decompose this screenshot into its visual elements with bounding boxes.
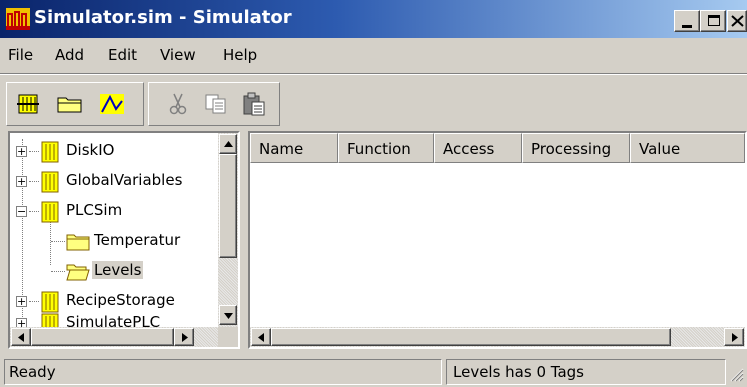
app-icon[interactable] bbox=[6, 8, 30, 30]
tree-item-label: SimulatePLC bbox=[66, 313, 161, 327]
tag-group-icon bbox=[41, 291, 59, 313]
tag-group-icon bbox=[41, 171, 59, 193]
tree-item-temperatur[interactable]: Temperatur bbox=[10, 227, 220, 257]
maximize-button[interactable] bbox=[700, 10, 726, 32]
arrow-down-icon bbox=[224, 313, 233, 319]
toolbar bbox=[6, 82, 281, 126]
toolbar-group-main bbox=[6, 82, 144, 126]
expand-toggle[interactable]: + bbox=[16, 176, 27, 187]
column-header-access[interactable]: Access bbox=[434, 133, 522, 163]
tree-connector-line bbox=[29, 301, 39, 302]
menu-add[interactable]: Add bbox=[55, 46, 84, 64]
tag-group-icon bbox=[41, 313, 59, 327]
chart-button[interactable] bbox=[97, 89, 127, 119]
add-tag-button[interactable] bbox=[13, 89, 43, 119]
tree-item-diskio[interactable]: + DiskIO bbox=[10, 137, 220, 167]
minimize-icon bbox=[682, 25, 692, 28]
scroll-up-button[interactable] bbox=[219, 134, 237, 154]
close-button[interactable] bbox=[727, 10, 747, 32]
tree-connector-line bbox=[51, 271, 65, 272]
tag-group-icon bbox=[41, 141, 59, 163]
scroll-thumb[interactable] bbox=[271, 328, 671, 346]
menu-bar: File Add Edit View Help bbox=[0, 38, 747, 72]
menu-view[interactable]: View bbox=[160, 46, 196, 64]
arrow-right-icon bbox=[182, 333, 188, 342]
open-folder-icon bbox=[66, 264, 90, 281]
menu-file[interactable]: File bbox=[8, 46, 33, 64]
window-title: Simulator.sim - Simulator bbox=[34, 7, 292, 28]
collapse-toggle[interactable]: − bbox=[16, 206, 27, 217]
arrow-right-icon bbox=[732, 333, 738, 342]
arrow-left-icon bbox=[258, 333, 264, 342]
scroll-thumb[interactable] bbox=[219, 154, 237, 258]
status-tag-count: Levels has 0 Tags bbox=[446, 359, 726, 385]
tree-connector-line bbox=[29, 181, 39, 182]
tree-panel[interactable]: + DiskIO + GlobalVariables − PLCSim Temp… bbox=[8, 131, 240, 349]
status-text: Ready bbox=[4, 359, 442, 385]
toolbar-separator bbox=[0, 73, 747, 75]
expand-toggle[interactable]: + bbox=[16, 296, 27, 307]
paste-button[interactable] bbox=[239, 89, 269, 119]
folder-icon bbox=[66, 234, 90, 251]
cut-button[interactable] bbox=[163, 89, 193, 119]
column-header-value[interactable]: Value bbox=[630, 133, 745, 163]
scroll-right-button[interactable] bbox=[724, 328, 744, 346]
toolbar-group-clipboard bbox=[148, 82, 280, 126]
menu-help[interactable]: Help bbox=[223, 46, 257, 64]
tree-item-label: RecipeStorage bbox=[66, 291, 175, 309]
tree-item-label: Temperatur bbox=[94, 231, 181, 249]
status-bar: Ready Levels has 0 Tags bbox=[0, 355, 747, 387]
resize-grip-icon[interactable] bbox=[728, 366, 744, 382]
folder-icon bbox=[57, 97, 82, 113]
open-folder-button[interactable] bbox=[55, 89, 85, 119]
tag-group-icon bbox=[41, 201, 59, 223]
tree-connector-line bbox=[29, 151, 39, 152]
minimize-button[interactable] bbox=[674, 10, 700, 32]
scroll-left-button[interactable] bbox=[11, 328, 31, 346]
arrow-up-icon bbox=[224, 141, 233, 147]
expand-toggle[interactable]: + bbox=[16, 318, 27, 327]
cut-icon bbox=[169, 93, 187, 115]
tree-vertical-scrollbar[interactable] bbox=[218, 133, 238, 327]
copy-icon bbox=[205, 94, 226, 114]
column-header-processing[interactable]: Processing bbox=[522, 133, 630, 163]
tree-item-simulateplc[interactable]: + SimulatePLC bbox=[10, 313, 220, 327]
title-bar[interactable]: Simulator.sim - Simulator bbox=[0, 0, 747, 38]
close-icon bbox=[731, 15, 744, 27]
scroll-thumb[interactable] bbox=[31, 328, 174, 346]
copy-button[interactable] bbox=[201, 89, 231, 119]
tree-horizontal-scrollbar[interactable] bbox=[10, 327, 218, 347]
scroll-corner bbox=[218, 327, 238, 347]
tree-item-globalvariables[interactable]: + GlobalVariables bbox=[10, 167, 220, 197]
column-header-function[interactable]: Function bbox=[338, 133, 434, 163]
tree-item-label: GlobalVariables bbox=[66, 171, 183, 189]
add-tag-icon bbox=[17, 94, 39, 114]
tag-list-panel[interactable]: Name Function Access Processing Value bbox=[248, 131, 747, 349]
menu-edit[interactable]: Edit bbox=[108, 46, 137, 64]
expand-toggle[interactable]: + bbox=[16, 146, 27, 157]
list-horizontal-scrollbar[interactable] bbox=[250, 327, 745, 347]
tree-item-levels[interactable]: Levels bbox=[10, 257, 220, 287]
tree-item-label: Levels bbox=[92, 261, 144, 279]
column-header-name[interactable]: Name bbox=[250, 133, 338, 163]
tree-item-label: DiskIO bbox=[66, 141, 115, 159]
tree-connector-line bbox=[51, 241, 65, 242]
maximize-icon bbox=[708, 15, 720, 26]
paste-icon bbox=[243, 92, 265, 116]
tree-connector-line bbox=[29, 211, 39, 212]
arrow-left-icon bbox=[18, 333, 24, 342]
scroll-right-button[interactable] bbox=[174, 328, 194, 346]
scroll-down-button[interactable] bbox=[219, 305, 237, 325]
chart-icon bbox=[100, 94, 124, 114]
scroll-left-button[interactable] bbox=[251, 328, 271, 346]
tree-item-label: PLCSim bbox=[66, 201, 123, 219]
tree-item-plcsim[interactable]: − PLCSim bbox=[10, 197, 220, 227]
